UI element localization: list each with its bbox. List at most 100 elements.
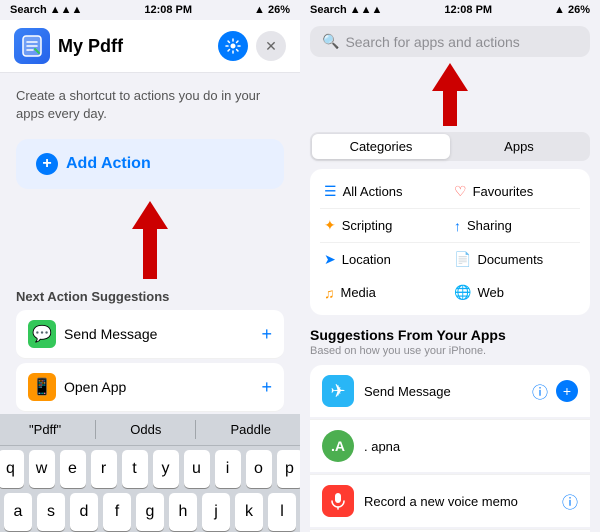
category-documents[interactable]: 📄 Documents: [450, 243, 580, 276]
key-u[interactable]: u: [184, 450, 210, 488]
all-actions-icon: ☰: [324, 183, 337, 200]
autocomplete-bar: "Pdff" Odds Paddle: [0, 414, 300, 446]
suggestion-send-message[interactable]: 💬 Send Message +: [16, 310, 284, 359]
autocomplete-3[interactable]: Paddle: [222, 420, 278, 439]
sharing-icon: ↑: [454, 218, 461, 234]
arrow-shaft: [143, 229, 157, 279]
arrow-up-right: [300, 63, 600, 126]
favourites-icon: ♡: [454, 183, 467, 200]
key-g[interactable]: g: [136, 493, 164, 531]
app-icon: [14, 28, 50, 64]
key-j[interactable]: j: [202, 493, 230, 531]
right-status-left: Search ▲▲▲: [310, 4, 382, 16]
key-r[interactable]: r: [91, 450, 117, 488]
sug-add-1[interactable]: +: [556, 380, 578, 402]
key-w[interactable]: w: [29, 450, 55, 488]
red-arrow-right: [432, 63, 468, 126]
key-f[interactable]: f: [103, 493, 131, 531]
key-row-1: q w e r t y u i o p: [4, 450, 296, 488]
all-actions-label: All Actions: [343, 184, 403, 199]
categories-grid: ☰ All Actions ♡ Favourites ✦ Scripting ↑…: [310, 169, 590, 315]
signal-icon: ▲▲▲: [50, 4, 83, 16]
category-all-actions[interactable]: ☰ All Actions: [320, 175, 450, 209]
apna-icon: .A: [322, 430, 354, 462]
keyboard-rows: q w e r t y u i o p a s d f g h j k l: [0, 446, 300, 532]
telegram-icon: ✈: [322, 375, 354, 407]
key-q[interactable]: q: [0, 450, 24, 488]
web-label: Web: [477, 285, 504, 300]
close-button[interactable]: ✕: [256, 31, 286, 61]
sharing-label: Sharing: [467, 218, 512, 233]
favourites-label: Favourites: [473, 184, 534, 199]
arrow-up-left: [0, 201, 300, 279]
suggestion-add-1[interactable]: +: [261, 324, 272, 345]
key-row-2: a s d f g h j k l: [4, 493, 296, 531]
right-arrow-head: [432, 63, 468, 91]
divider-1: [95, 420, 96, 439]
key-p[interactable]: p: [277, 450, 301, 488]
next-actions-label: Next Action Suggestions: [0, 283, 300, 308]
autocomplete-2[interactable]: Odds: [122, 420, 169, 439]
right-panel: Search ▲▲▲ 12:08 PM ▲ 26% 🔍 Search for a…: [300, 0, 600, 532]
right-suggestion-voice-memo[interactable]: Record a new voice memo ⓘ: [310, 474, 590, 527]
header-actions: ✕: [218, 31, 286, 61]
app-title: My Pdff: [58, 36, 123, 57]
web-icon: 🌐: [454, 284, 471, 301]
suggestion-icon-app: 📱: [28, 373, 56, 401]
add-action-button[interactable]: + Add Action: [16, 139, 284, 189]
suggestion-left-2: 📱 Open App: [28, 373, 126, 401]
key-l[interactable]: l: [268, 493, 296, 531]
settings-button[interactable]: [218, 31, 248, 61]
sug-info-1[interactable]: ⓘ: [532, 379, 548, 403]
key-d[interactable]: d: [70, 493, 98, 531]
category-sharing[interactable]: ↑ Sharing: [450, 209, 580, 243]
suggestion-icon-message: 💬: [28, 320, 56, 348]
sug-name-2: . apna: [364, 439, 400, 454]
media-label: Media: [341, 285, 376, 300]
red-arrow-left: [132, 201, 168, 279]
sug-name-3: Record a new voice memo: [364, 494, 518, 509]
suggestion-name-1: Send Message: [64, 326, 157, 342]
category-favourites[interactable]: ♡ Favourites: [450, 175, 580, 209]
left-status-left: Search ▲▲▲: [10, 4, 82, 16]
sug-info-3[interactable]: ⓘ: [562, 489, 578, 513]
suggestion-open-app[interactable]: 📱 Open App +: [16, 363, 284, 412]
left-battery: ▲ 26%: [254, 4, 290, 16]
app-header: My Pdff ✕: [0, 20, 300, 73]
suggestions-sub: Based on how you use your iPhone.: [300, 345, 600, 363]
left-search-label: Search: [10, 4, 47, 16]
key-s[interactable]: s: [37, 493, 65, 531]
right-status-bar: Search ▲▲▲ 12:08 PM ▲ 26%: [300, 0, 600, 20]
scripting-icon: ✦: [324, 217, 336, 234]
search-bar[interactable]: 🔍 Search for apps and actions: [310, 26, 590, 57]
category-media[interactable]: ♫ Media: [320, 276, 450, 309]
key-e[interactable]: e: [60, 450, 86, 488]
category-web[interactable]: 🌐 Web: [450, 276, 580, 309]
key-o[interactable]: o: [246, 450, 272, 488]
right-suggestion-apna[interactable]: .A . apna: [310, 419, 590, 472]
key-h[interactable]: h: [169, 493, 197, 531]
key-a[interactable]: a: [4, 493, 32, 531]
media-icon: ♫: [324, 285, 335, 301]
right-suggestion-send-message[interactable]: ✈ Send Message ⓘ +: [310, 365, 590, 417]
key-k[interactable]: k: [235, 493, 263, 531]
keyboard-area: "Pdff" Odds Paddle q w e r t y u i o p a…: [0, 414, 300, 532]
suggestion-name-2: Open App: [64, 379, 126, 395]
search-placeholder: Search for apps and actions: [345, 34, 519, 50]
key-t[interactable]: t: [122, 450, 148, 488]
key-y[interactable]: y: [153, 450, 179, 488]
voice-memo-icon: [322, 485, 354, 517]
tab-apps[interactable]: Apps: [450, 134, 588, 159]
right-time: 12:08 PM: [444, 4, 492, 16]
tab-categories[interactable]: Categories: [312, 134, 450, 159]
suggestion-add-2[interactable]: +: [261, 377, 272, 398]
sug-left-1: ✈ Send Message: [322, 375, 451, 407]
right-signal: ▲▲▲: [350, 4, 383, 16]
category-location[interactable]: ➤ Location: [320, 243, 450, 276]
key-i[interactable]: i: [215, 450, 241, 488]
tabs-container: Categories Apps: [310, 132, 590, 161]
category-scripting[interactable]: ✦ Scripting: [320, 209, 450, 243]
location-icon: ➤: [324, 251, 336, 268]
suggestion-left: 💬 Send Message: [28, 320, 157, 348]
autocomplete-1[interactable]: "Pdff": [21, 420, 69, 439]
